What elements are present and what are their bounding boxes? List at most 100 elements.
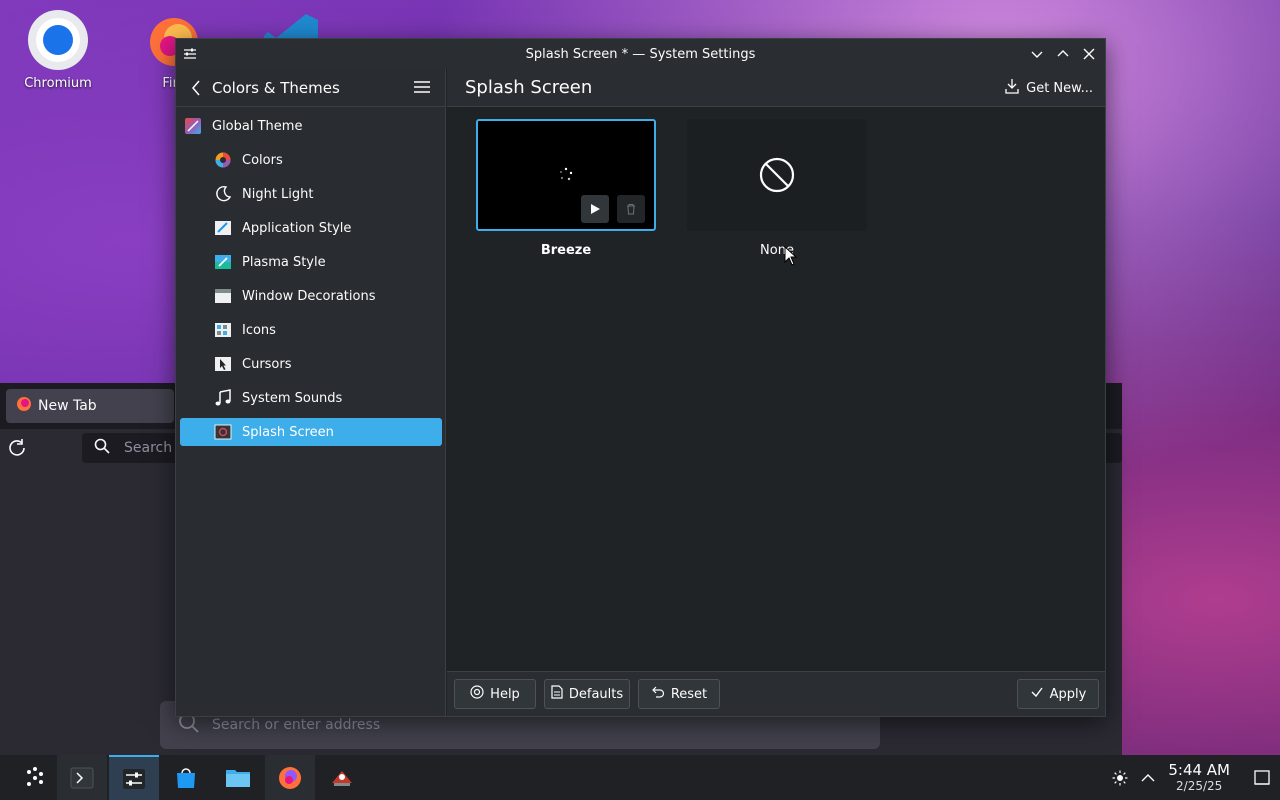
sidebar-item-window-decorations[interactable]: Window Decorations (180, 282, 442, 310)
undo-icon (651, 685, 665, 703)
sidebar-item-application-style[interactable]: Application Style (180, 214, 442, 242)
settings-sliders-icon (123, 768, 145, 789)
sidebar-item-label: Colors (242, 152, 283, 168)
sidebar-item-plasma-style[interactable]: Plasma Style (180, 248, 442, 276)
preview-play-button[interactable] (581, 195, 609, 223)
taskbar-firefox[interactable] (265, 755, 315, 800)
desktop-icon-chromium[interactable]: Chromium (18, 8, 98, 91)
sidebar-item-label: Plasma Style (242, 254, 326, 270)
search-placeholder: Search (124, 440, 173, 456)
sidebar-item-splash-screen[interactable]: Splash Screen (180, 418, 442, 446)
sidebar-item-cursors[interactable]: Cursors (180, 350, 442, 378)
hamburger-menu-icon[interactable] (413, 78, 433, 98)
clock[interactable]: 5:44 AM 2/25/25 (1168, 761, 1230, 794)
reload-icon[interactable] (6, 437, 28, 459)
settings-sidebar: Colors & Themes Global Theme Colors Nigh… (176, 69, 446, 716)
application-style-icon (214, 219, 232, 237)
system-tray: 5:44 AM 2/25/25 (1106, 755, 1280, 800)
window-controls (1027, 44, 1099, 64)
sidebar-item-night-light[interactable]: Night Light (180, 180, 442, 208)
theme-label-breeze: Breeze (540, 243, 592, 258)
sidebar-item-colors[interactable]: Colors (180, 146, 442, 174)
sidebar-item-label: Global Theme (212, 118, 303, 134)
firefox-icon (279, 766, 301, 789)
window-title: Splash Screen * — System Settings (525, 46, 756, 62)
sidebar-header: Colors & Themes (176, 69, 445, 107)
steamdeck-launcher-icon (27, 766, 43, 786)
sidebar-item-label: Splash Screen (242, 424, 334, 440)
firefox-icon (16, 396, 32, 416)
browser-tab[interactable]: New Tab (6, 389, 174, 423)
chromium-icon (26, 8, 90, 72)
theme-card-breeze[interactable] (476, 119, 656, 231)
download-icon (1004, 78, 1020, 98)
brightness-icon[interactable] (1106, 770, 1134, 786)
apply-button[interactable]: Apply (1017, 679, 1099, 709)
close-button[interactable] (1079, 44, 1099, 64)
sidebar-item-label: System Sounds (242, 390, 343, 406)
search-placeholder: Search or enter address (212, 717, 381, 733)
global-theme-icon (184, 117, 202, 135)
get-new-button[interactable]: Get New... (1004, 78, 1093, 98)
help-icon (470, 685, 484, 703)
sidebar-item-label: Window Decorations (242, 288, 376, 304)
show-desktop-icon[interactable] (1244, 769, 1280, 787)
defaults-button[interactable]: Defaults (544, 679, 630, 709)
taskbar-dolphin[interactable] (213, 755, 263, 800)
document-icon (551, 685, 563, 703)
minimize-button[interactable] (1027, 44, 1047, 64)
checkmark-icon (1030, 685, 1044, 703)
night-light-icon (214, 185, 232, 203)
theme-label-none: None (760, 243, 794, 258)
folder-icon (226, 769, 250, 787)
help-button[interactable]: Help (454, 679, 536, 709)
window-titlebar[interactable]: Splash Screen * — System Settings (176, 39, 1105, 69)
browser-tab-label: New Tab (38, 398, 97, 414)
sidebar-item-icons[interactable]: Icons (180, 316, 442, 344)
no-entry-icon (759, 157, 795, 197)
icons-icon (214, 321, 232, 339)
taskbar-game[interactable] (317, 755, 367, 800)
clock-date: 2/25/25 (1176, 779, 1223, 793)
sidebar-item-label: Icons (242, 322, 276, 338)
clock-time: 5:44 AM (1168, 761, 1230, 779)
get-new-label: Get New... (1026, 80, 1093, 96)
help-label: Help (490, 686, 520, 702)
defaults-label: Defaults (568, 686, 624, 702)
window-decorations-icon (214, 287, 232, 305)
sidebar-header-title: Colors & Themes (212, 78, 340, 97)
settings-main-panel: Splash Screen Get New... Breeze None Hel… (447, 69, 1105, 716)
system-settings-window: Splash Screen * — System Settings Colors… (175, 38, 1106, 717)
colors-icon (214, 151, 232, 169)
tray-expand-icon[interactable] (1134, 770, 1162, 786)
taskbar-konsole[interactable] (57, 755, 107, 800)
page-title: Splash Screen (465, 77, 593, 98)
taskbar: 5:44 AM 2/25/25 (0, 755, 1280, 800)
sidebar-item-label: Application Style (242, 220, 352, 236)
reset-button[interactable]: Reset (638, 679, 720, 709)
taskbar-system-settings[interactable] (109, 755, 159, 800)
splash-screen-icon (214, 423, 232, 441)
theme-card-none[interactable] (687, 119, 867, 231)
search-icon (94, 438, 110, 458)
delete-theme-button[interactable] (617, 195, 645, 223)
settings-app-icon (182, 46, 198, 62)
store-bag-icon (177, 767, 195, 788)
cursors-icon (214, 355, 232, 373)
terminal-icon (70, 767, 94, 788)
taskbar-discover[interactable] (161, 755, 211, 800)
reset-label: Reset (670, 686, 708, 702)
desktop-icon-label: Chromium (24, 76, 92, 91)
music-note-icon (214, 389, 232, 407)
apply-label: Apply (1049, 686, 1087, 702)
game-app-icon (332, 770, 352, 786)
sidebar-item-global-theme[interactable]: Global Theme (180, 112, 442, 140)
sidebar-item-label: Cursors (242, 356, 292, 372)
sidebar-item-label: Night Light (242, 186, 314, 202)
spinner-icon (558, 167, 574, 187)
sidebar-item-system-sounds[interactable]: System Sounds (180, 384, 442, 412)
app-launcher-button[interactable] (9, 755, 59, 800)
back-button[interactable] (186, 78, 206, 98)
plasma-style-icon (214, 253, 232, 271)
maximize-button[interactable] (1053, 44, 1073, 64)
